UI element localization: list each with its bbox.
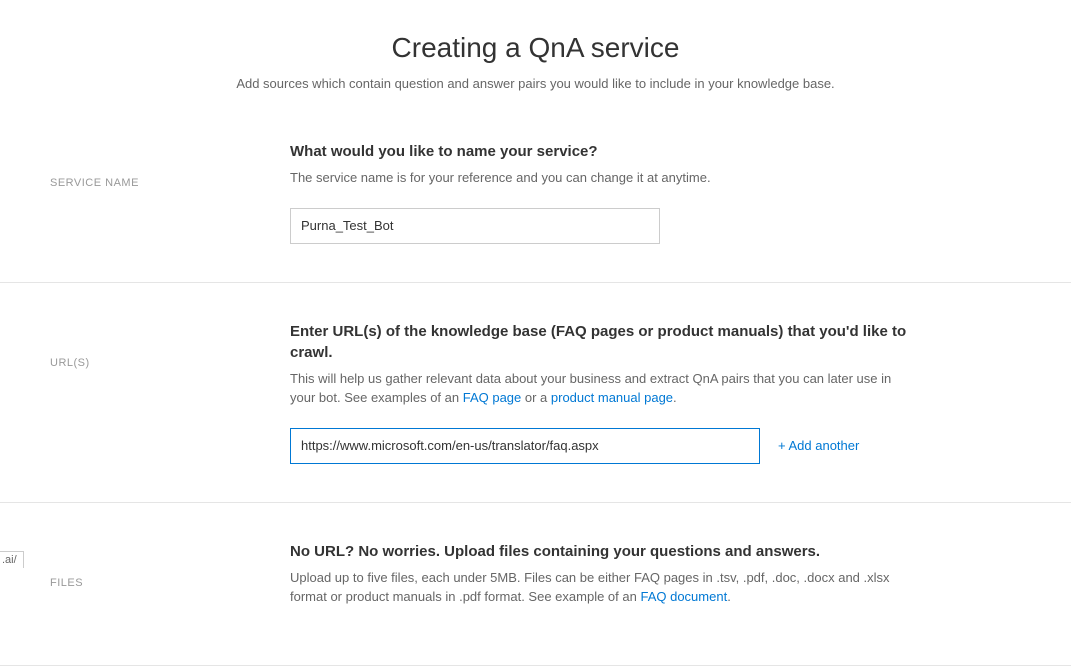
service-name-heading: What would you like to name your service… (290, 141, 910, 162)
status-bar: .ai/ (0, 551, 24, 568)
service-name-section: SERVICE NAME What would you like to name… (0, 141, 1071, 283)
product-manual-link[interactable]: product manual page (551, 390, 673, 405)
files-section: FILES No URL? No worries. Upload files c… (0, 541, 1071, 666)
service-name-label: SERVICE NAME (50, 141, 290, 244)
service-name-description: The service name is for your reference a… (290, 168, 910, 188)
urls-label: URL(S) (50, 321, 290, 464)
faq-page-link[interactable]: FAQ page (463, 390, 522, 405)
page-subtitle: Add sources which contain question and a… (0, 76, 1071, 91)
add-another-button[interactable]: + Add another (778, 438, 859, 453)
urls-desc-3: . (673, 390, 677, 405)
urls-content: Enter URL(s) of the knowledge base (FAQ … (290, 321, 910, 464)
urls-description: This will help us gather relevant data a… (290, 369, 910, 408)
urls-section: URL(S) Enter URL(s) of the knowledge bas… (0, 321, 1071, 503)
files-description: Upload up to five files, each under 5MB.… (290, 568, 910, 607)
urls-heading: Enter URL(s) of the knowledge base (FAQ … (290, 321, 910, 363)
page-title: Creating a QnA service (0, 32, 1071, 64)
files-label: FILES (50, 541, 290, 627)
files-desc-2: . (727, 589, 731, 604)
service-name-content: What would you like to name your service… (290, 141, 910, 244)
url-input-row: + Add another (290, 428, 910, 464)
url-input[interactable] (290, 428, 760, 464)
files-desc-1: Upload up to five files, each under 5MB.… (290, 570, 890, 605)
files-heading: No URL? No worries. Upload files contain… (290, 541, 910, 562)
faq-document-link[interactable]: FAQ document (640, 589, 727, 604)
files-content: No URL? No worries. Upload files contain… (290, 541, 910, 627)
service-name-input[interactable] (290, 208, 660, 244)
urls-desc-2: or a (521, 390, 551, 405)
